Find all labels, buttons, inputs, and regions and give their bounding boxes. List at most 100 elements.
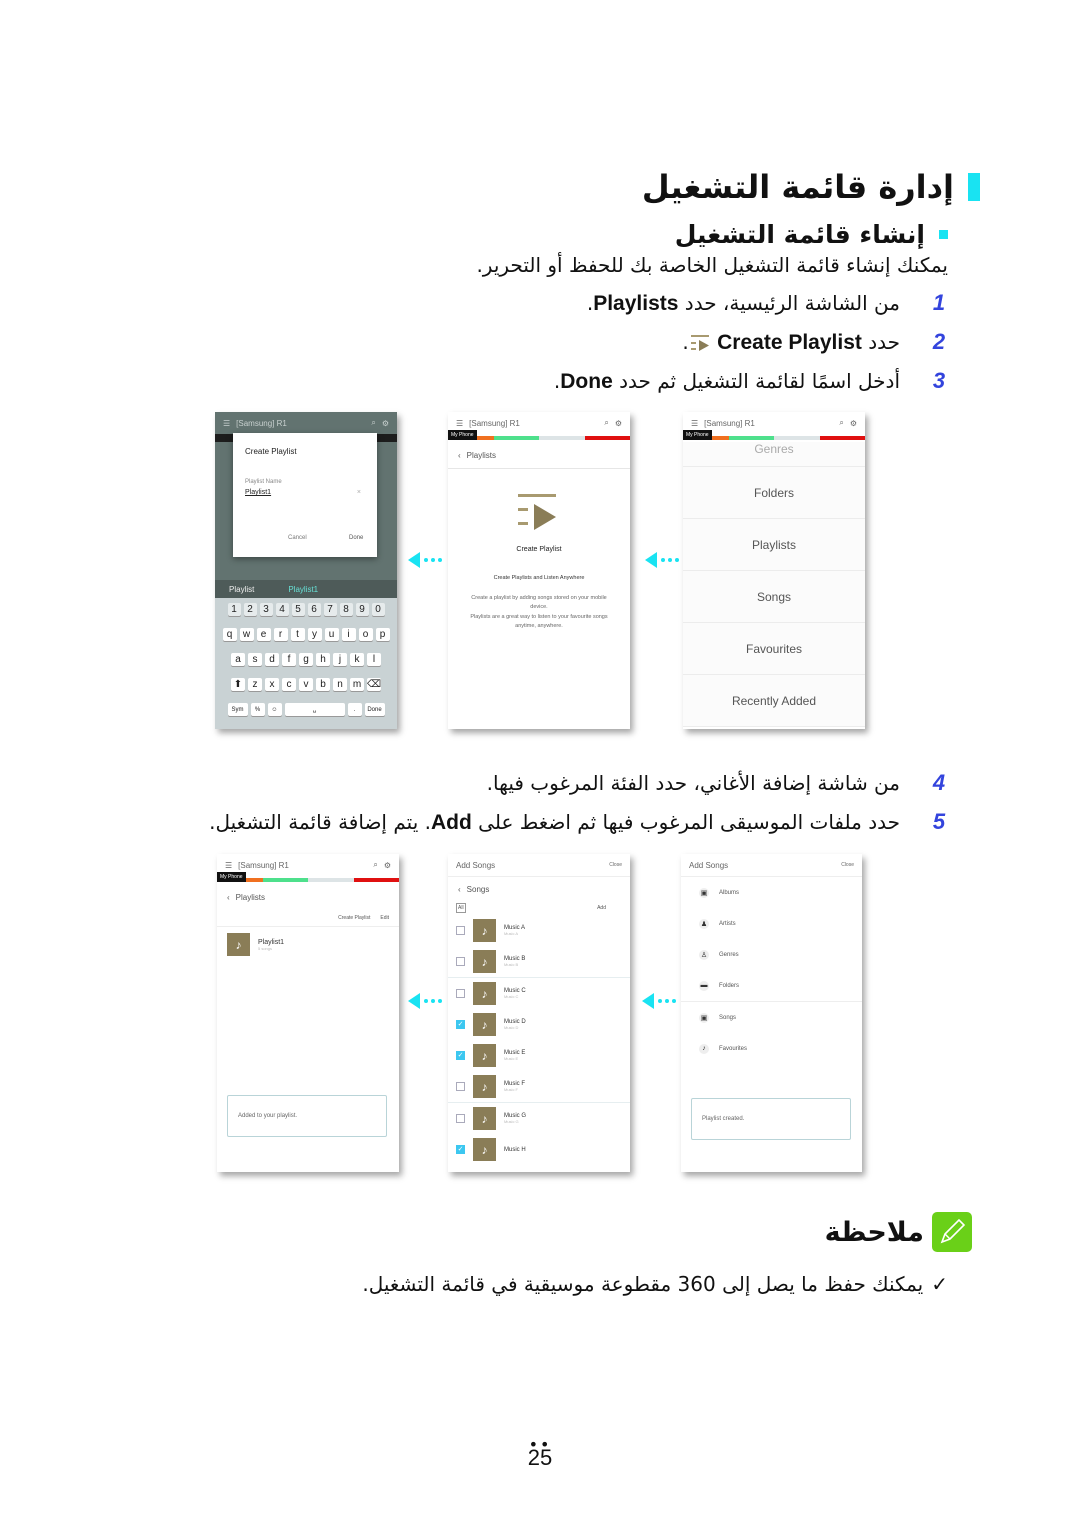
done-button[interactable]: Done (349, 535, 363, 541)
create-playlist-label[interactable]: Create Playlist (448, 546, 630, 553)
back-icon[interactable]: ‹ (458, 885, 461, 894)
key[interactable]: l (367, 653, 381, 666)
menu-item-recently-added[interactable]: Recently Added (683, 675, 865, 727)
menu-icon[interactable]: ☰ (456, 419, 463, 428)
period-key[interactable]: . (347, 703, 362, 716)
gear-icon[interactable]: ⚙ (382, 419, 389, 428)
gear-icon[interactable]: ⚙ (615, 419, 622, 428)
key[interactable]: 2 (243, 603, 257, 616)
key[interactable]: r (273, 628, 288, 641)
key[interactable]: z (248, 678, 262, 691)
key[interactable]: 5 (291, 603, 305, 616)
key[interactable]: 1 (227, 603, 241, 616)
song-checkbox[interactable]: ✓ (456, 1020, 465, 1029)
close-button[interactable]: Close (841, 862, 854, 868)
create-playlist-icon[interactable] (516, 492, 562, 532)
key[interactable]: b (316, 678, 330, 691)
key[interactable]: 3 (259, 603, 273, 616)
key[interactable]: 0 (371, 603, 385, 616)
key[interactable]: g (299, 653, 313, 666)
key[interactable]: m (350, 678, 364, 691)
key[interactable]: q (222, 628, 237, 641)
key[interactable]: 9 (355, 603, 369, 616)
tab-my-phone[interactable]: My Phone (217, 872, 246, 882)
menu-item-favourites[interactable]: Favourites (683, 623, 865, 675)
search-icon[interactable]: ⌕ (604, 418, 608, 428)
back-icon[interactable]: ‹ (227, 893, 230, 902)
space-key[interactable]: ␣ (284, 703, 345, 716)
lang-key[interactable]: % (250, 703, 265, 716)
key[interactable]: j (333, 653, 347, 666)
song-row[interactable]: ✓ ♪ Music H (448, 1134, 630, 1165)
select-all-checkbox[interactable]: All (456, 903, 466, 913)
song-checkbox[interactable] (456, 957, 465, 966)
key[interactable]: 6 (307, 603, 321, 616)
tab-my-phone[interactable]: My Phone (683, 430, 712, 440)
key[interactable]: k (350, 653, 364, 666)
song-checkbox[interactable] (456, 1082, 465, 1091)
key[interactable]: ⌫ (367, 678, 381, 691)
menu-icon[interactable]: ☰ (225, 861, 232, 870)
playlist-name-input[interactable]: Playlist1 × (245, 489, 363, 501)
menu-icon[interactable]: ☰ (223, 419, 230, 428)
song-checkbox[interactable]: ✓ (456, 1145, 465, 1154)
song-row[interactable]: ♪ Music A Music A (448, 915, 630, 946)
key[interactable]: w (239, 628, 254, 641)
emoji-key[interactable]: ☺ (267, 703, 282, 716)
key[interactable]: s (248, 653, 262, 666)
category-item-folders[interactable]: ▬ Folders (681, 970, 862, 1002)
category-item-favourites[interactable]: ♪ Favourites (681, 1033, 862, 1064)
close-button[interactable]: Close (609, 862, 622, 868)
gear-icon[interactable]: ⚙ (384, 861, 391, 870)
key[interactable]: 8 (339, 603, 353, 616)
key[interactable]: d (265, 653, 279, 666)
menu-icon[interactable]: ☰ (691, 419, 698, 428)
song-checkbox[interactable]: ✓ (456, 1051, 465, 1060)
category-item-songs[interactable]: ▣ Songs (681, 1002, 862, 1033)
song-row[interactable]: ✓ ♪ Music E Music E (448, 1040, 630, 1071)
gear-icon[interactable]: ⚙ (850, 419, 857, 428)
key[interactable]: 4 (275, 603, 289, 616)
song-row[interactable]: ♪ Music F Music F (448, 1071, 630, 1103)
tab-my-phone[interactable]: My Phone (448, 430, 477, 440)
clear-icon[interactable]: × (357, 489, 361, 496)
edit-button[interactable]: Edit (380, 915, 389, 921)
song-checkbox[interactable] (456, 989, 465, 998)
song-checkbox[interactable] (456, 926, 465, 935)
create-playlist-button[interactable]: Create Playlist (338, 915, 370, 921)
key[interactable]: y (307, 628, 322, 641)
song-row[interactable]: ✓ ♪ Music D Music D (448, 1009, 630, 1040)
sym-key[interactable]: Sym (227, 703, 248, 716)
key[interactable]: u (324, 628, 339, 641)
menu-item-genres[interactable]: Genres (683, 442, 865, 467)
key[interactable]: x (265, 678, 279, 691)
key[interactable]: v (299, 678, 313, 691)
search-icon[interactable]: ⌕ (371, 418, 375, 428)
category-item-albums[interactable]: ▣ Albums (681, 877, 862, 908)
suggestion-left[interactable]: Playlist (229, 585, 254, 594)
key[interactable]: e (256, 628, 271, 641)
key[interactable]: h (316, 653, 330, 666)
menu-item-folders[interactable]: Folders (683, 467, 865, 519)
add-button[interactable]: Add (597, 905, 606, 911)
song-checkbox[interactable] (456, 1114, 465, 1123)
playlist-row[interactable]: ♪ Playlist1 5 songs (217, 927, 399, 962)
key[interactable]: o (358, 628, 373, 641)
key[interactable]: n (333, 678, 347, 691)
song-row[interactable]: ♪ Music C Music C (448, 978, 630, 1009)
key[interactable]: p (375, 628, 390, 641)
song-row[interactable]: ♪ Music G Music G (448, 1103, 630, 1134)
menu-item-songs[interactable]: Songs (683, 571, 865, 623)
category-item-artists[interactable]: ♟ Artists (681, 908, 862, 939)
menu-item-playlists[interactable]: Playlists (683, 519, 865, 571)
key[interactable]: ⬆ (231, 678, 245, 691)
suggestion-right[interactable]: Playlist1 (288, 585, 318, 594)
key[interactable]: i (341, 628, 356, 641)
key[interactable]: t (290, 628, 305, 641)
song-row[interactable]: ♪ Music B Music B (448, 946, 630, 978)
key[interactable]: a (231, 653, 245, 666)
category-item-genres[interactable]: ♙ Genres (681, 939, 862, 970)
key[interactable]: c (282, 678, 296, 691)
key[interactable]: f (282, 653, 296, 666)
search-icon[interactable]: ⌕ (373, 860, 377, 870)
